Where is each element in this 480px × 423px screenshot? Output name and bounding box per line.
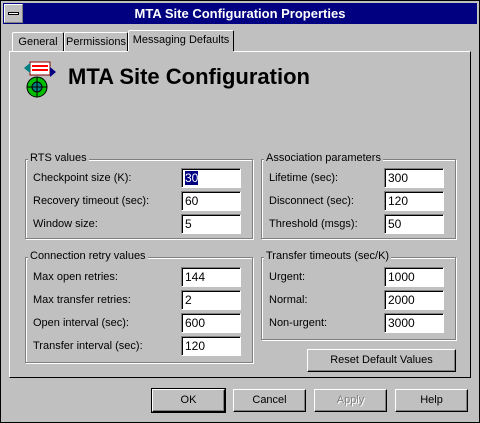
checkpoint-size-label: Checkpoint size (K):	[33, 172, 132, 184]
threshold-field[interactable]: 50	[384, 214, 444, 234]
recovery-timeout-label: Recovery timeout (sec):	[33, 195, 150, 207]
cancel-button[interactable]: Cancel	[233, 389, 306, 412]
disconnect-label: Disconnect (sec):	[269, 195, 354, 207]
urgent-field[interactable]: 1000	[384, 267, 444, 287]
tab-messaging-defaults[interactable]: Messaging Defaults	[128, 30, 234, 53]
normal-field[interactable]: 2000	[384, 290, 444, 310]
disconnect-field[interactable]: 120	[384, 191, 444, 211]
open-interval-field[interactable]: 600	[181, 313, 241, 333]
window-size-label: Window size:	[33, 218, 98, 230]
transfer-interval-field[interactable]: 120	[181, 336, 241, 356]
max-open-retries-label: Max open retries:	[33, 271, 118, 283]
ok-button[interactable]: OK	[151, 388, 226, 413]
help-button[interactable]: Help	[395, 389, 468, 412]
checkpoint-size-field[interactable]: 30	[181, 168, 241, 188]
non-urgent-label: Non-urgent:	[269, 317, 328, 329]
threshold-label: Threshold (msgs):	[269, 218, 358, 230]
lifetime-label: Lifetime (sec):	[269, 172, 339, 184]
transfer-timeouts-title: Transfer timeouts (sec/K)	[264, 250, 392, 262]
title-bar[interactable]: MTA Site Configuration Properties	[3, 3, 477, 24]
recovery-timeout-field[interactable]: 60	[181, 191, 241, 211]
max-open-retries-field[interactable]: 144	[181, 267, 241, 287]
tab-permissions[interactable]: Permissions	[64, 32, 128, 52]
lifetime-field[interactable]: 300	[384, 168, 444, 188]
tab-general[interactable]: General	[12, 32, 64, 52]
max-transfer-retries-label: Max transfer retries:	[33, 294, 131, 306]
apply-button[interactable]: Apply	[314, 389, 387, 412]
transfer-interval-label: Transfer interval (sec):	[33, 340, 143, 352]
rts-values-title: RTS values	[28, 152, 89, 164]
urgent-label: Urgent:	[269, 271, 306, 283]
connection-retry-title: Connection retry values	[28, 250, 148, 262]
association-parameters-title: Association parameters	[264, 152, 383, 164]
mta-site-icon	[24, 61, 56, 98]
reset-default-values-button[interactable]: Reset Default Values	[307, 349, 456, 372]
open-interval-label: Open interval (sec):	[33, 317, 129, 329]
window-title: MTA Site Configuration Properties	[134, 6, 346, 21]
normal-label: Normal:	[269, 294, 308, 306]
window-size-field[interactable]: 5	[181, 214, 241, 234]
page-title: MTA Site Configuration	[68, 64, 310, 89]
max-transfer-retries-field[interactable]: 2	[181, 290, 241, 310]
non-urgent-field[interactable]: 3000	[384, 313, 444, 333]
